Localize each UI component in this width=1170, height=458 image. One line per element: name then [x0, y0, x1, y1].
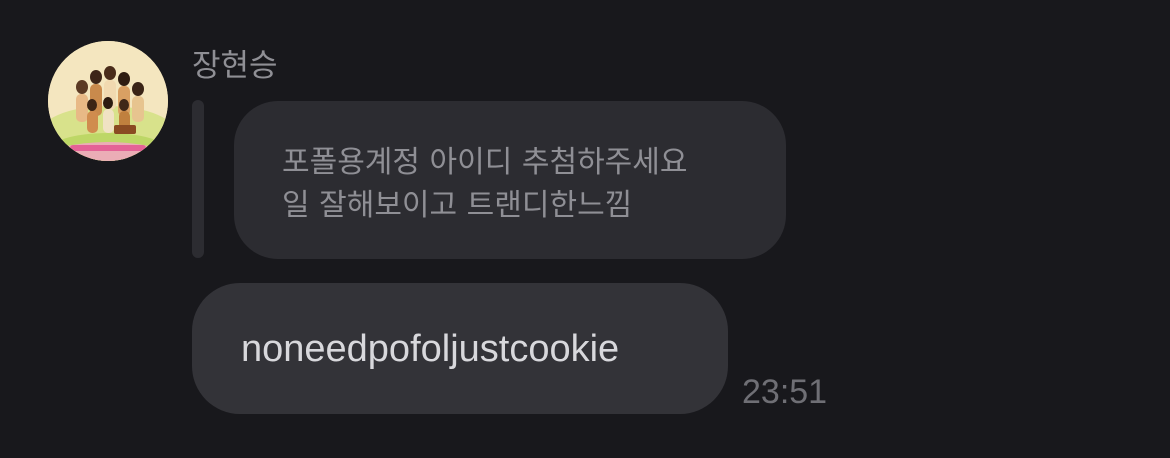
- message-timestamp: 23:51: [742, 373, 828, 411]
- quoted-message-bubble[interactable]: 포폴용계정 아이디 추첨하주세요 일 잘해보이고 트랜디한느낌: [234, 101, 786, 259]
- quoted-message-line: 포폴용계정 아이디 추첨하주세요: [282, 145, 688, 180]
- message-bubble[interactable]: noneedpofoljustcookie: [192, 283, 728, 414]
- group-photo-avatar-icon: [48, 41, 168, 161]
- reply-indicator-bar: [192, 100, 204, 258]
- quoted-message-line: 일 잘해보이고 트랜디한느낌: [282, 188, 633, 223]
- sender-name: 장현승: [192, 48, 278, 84]
- message-text: noneedpofoljustcookie: [241, 327, 620, 370]
- sender-avatar[interactable]: [48, 41, 168, 161]
